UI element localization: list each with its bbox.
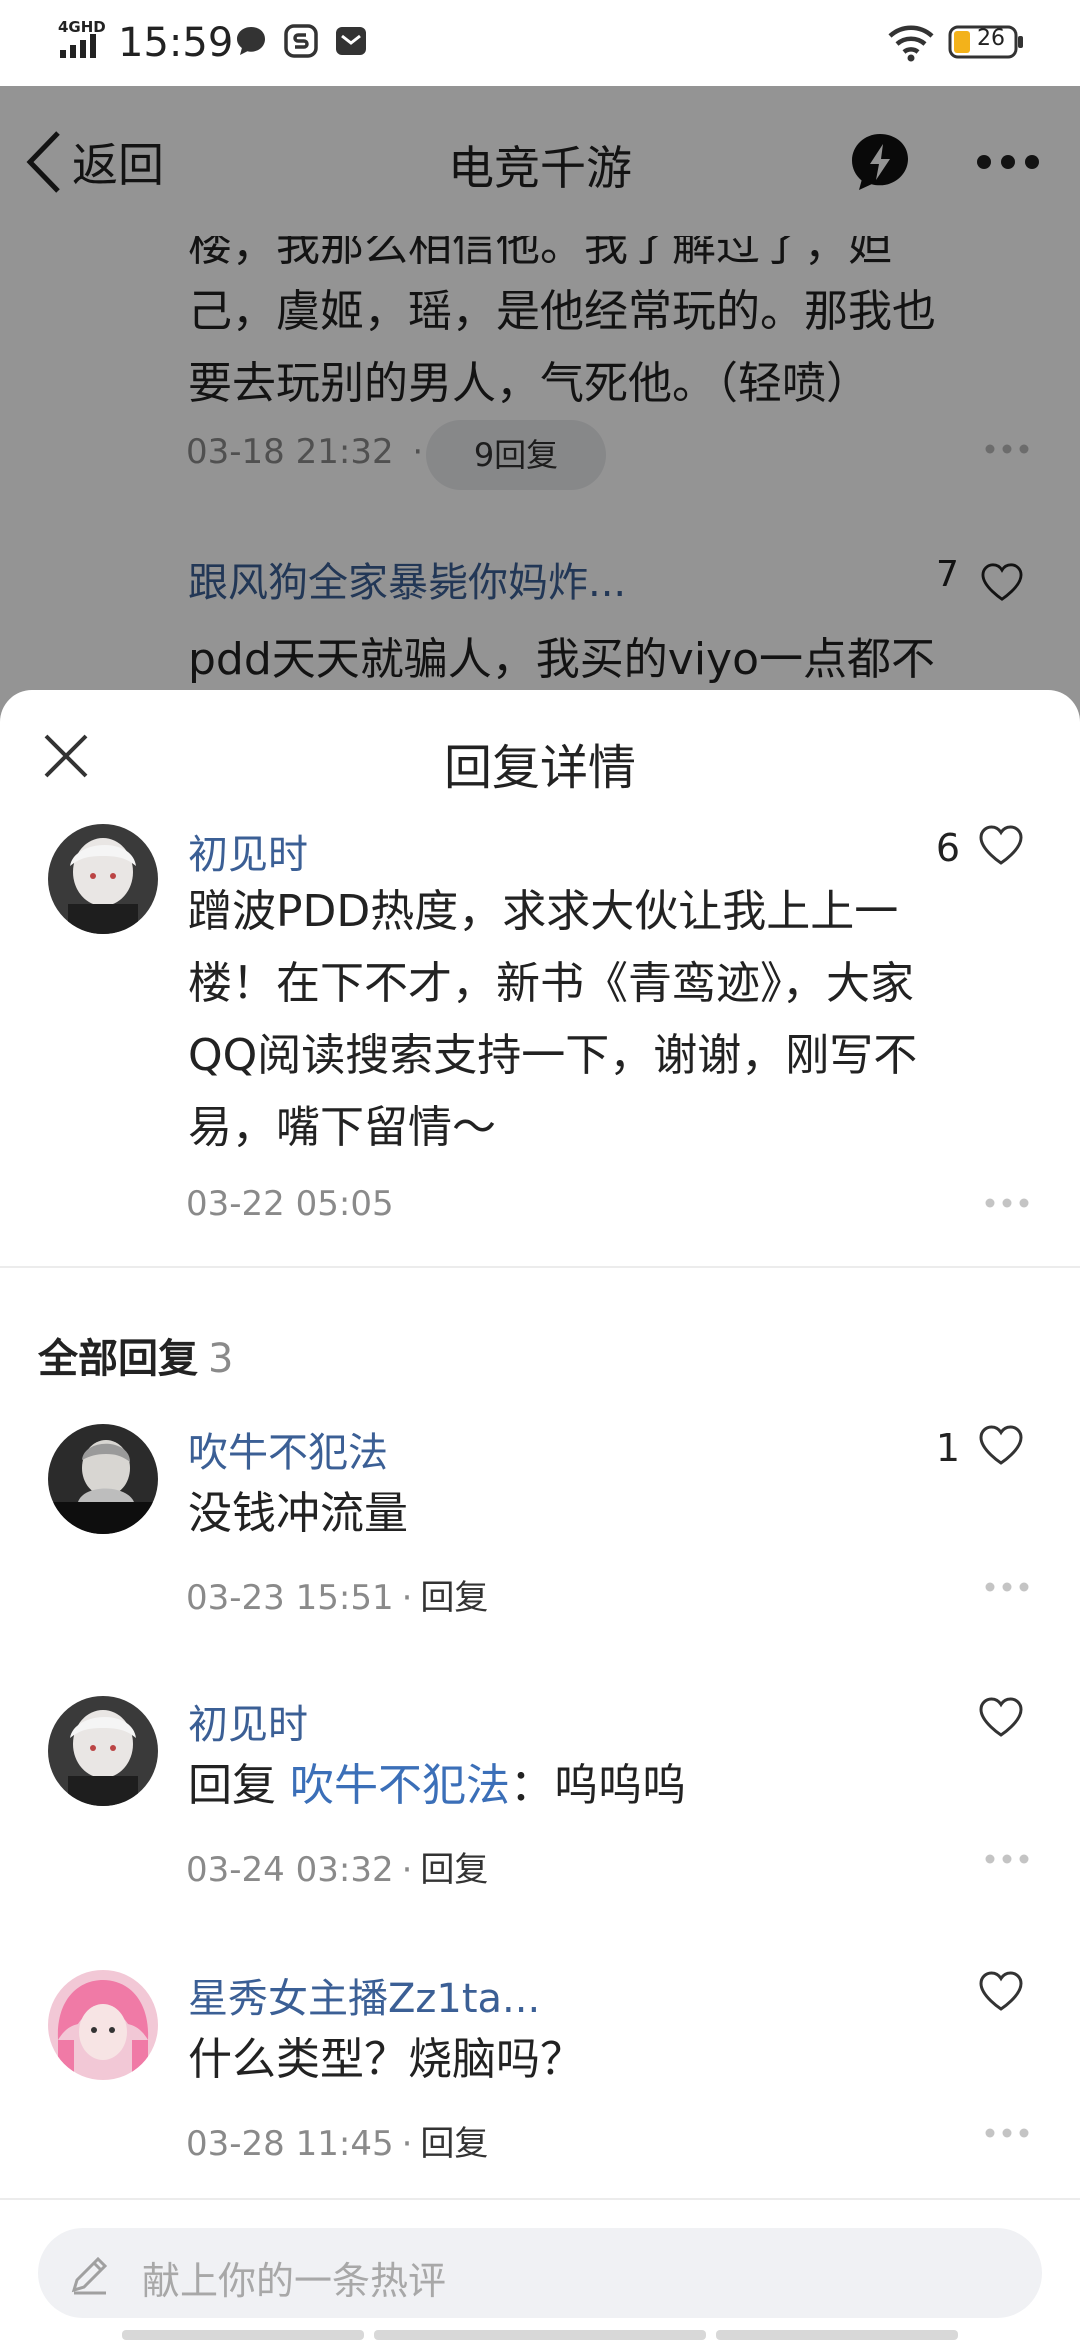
heart-icon[interactable] — [978, 824, 1024, 866]
more-dots-icon[interactable] — [984, 1580, 1030, 1594]
reply-detail-sheet: 回复详情 初见时 6 蹭波PDD热度，求求大伙让我上上一 楼！在下不才，新书《青… — [0, 690, 1080, 2340]
avatar[interactable] — [48, 1424, 158, 1534]
heart-icon[interactable] — [978, 1424, 1024, 1466]
mention-link[interactable]: 吹牛不犯法 — [290, 1760, 510, 1811]
heart-icon[interactable] — [978, 1696, 1024, 1738]
comment-author[interactable]: 初见时 — [188, 1692, 308, 1750]
comment-author[interactable]: 星秀女主播Zz1ta... — [188, 1966, 540, 2024]
app-s-icon — [284, 24, 318, 58]
more-dots-icon[interactable] — [984, 1196, 1030, 1210]
heart-icon[interactable] — [978, 1970, 1024, 2012]
mail-icon — [336, 27, 366, 55]
comment-input-placeholder: 献上你的一条热评 — [142, 2259, 447, 2303]
reply-link[interactable]: 回复 — [420, 2124, 488, 2164]
all-replies-header: 全部回复 3 — [38, 1336, 234, 1382]
battery-level: 26 — [977, 26, 1005, 51]
gesture-bar — [122, 2330, 364, 2340]
comment-text-line: 易，嘴下留情～ — [188, 1102, 496, 1153]
reply-meta: 03-28 11:45 · 回复 — [186, 2124, 489, 2164]
input-divider — [0, 2198, 1080, 2200]
like-count: 1 — [935, 1426, 960, 1470]
status-bar: 4GHD 15:59 26 — [0, 0, 1080, 86]
chat-bubble-icon — [237, 27, 265, 55]
avatar[interactable] — [48, 1970, 158, 2080]
more-dots-icon[interactable] — [984, 1852, 1030, 1866]
gesture-bar — [716, 2330, 958, 2340]
comment-text-line: 楼！在下不才，新书《青鸾迹》，大家 — [188, 958, 914, 1009]
reply-link[interactable]: 回复 — [420, 1578, 488, 1618]
wifi-icon — [888, 25, 934, 62]
reply-text: 什么类型？烧脑吗？ — [188, 2034, 584, 2085]
gesture-bar — [374, 2330, 706, 2340]
comment-text-line: QQ阅读搜索支持一下，谢谢，刚写不 — [188, 1030, 918, 1081]
avatar[interactable] — [48, 824, 158, 934]
like-count: 6 — [935, 826, 960, 870]
comment-author[interactable]: 吹牛不犯法 — [188, 1420, 388, 1478]
pencil-icon — [71, 2256, 108, 2295]
reply-text: 没钱冲流量 — [188, 1488, 408, 1539]
replies-count: 3 — [208, 1336, 234, 1382]
more-dots-icon[interactable] — [984, 2126, 1030, 2140]
reply-meta: 03-24 03:32 · 回复 — [186, 1850, 489, 1890]
comment-input[interactable]: 献上你的一条热评 — [38, 2228, 1042, 2318]
section-divider — [0, 1266, 1080, 1268]
reply-meta: 03-23 15:51 · 回复 — [186, 1578, 489, 1618]
comment-time: 03-22 05:05 — [186, 1184, 394, 1224]
avatar[interactable] — [48, 1696, 158, 1806]
close-icon[interactable] — [40, 730, 92, 782]
reply-link[interactable]: 回复 — [420, 1850, 488, 1890]
status-time: 15:59 — [118, 20, 234, 66]
comment-author[interactable]: 初见时 — [188, 822, 308, 880]
reply-text: 回复 吹牛不犯法：呜呜呜 — [188, 1760, 686, 1811]
signal-icon — [60, 34, 96, 58]
sheet-title: 回复详情 — [443, 740, 636, 796]
comment-text-line: 蹭波PDD热度，求求大伙让我上上一 — [188, 886, 899, 937]
